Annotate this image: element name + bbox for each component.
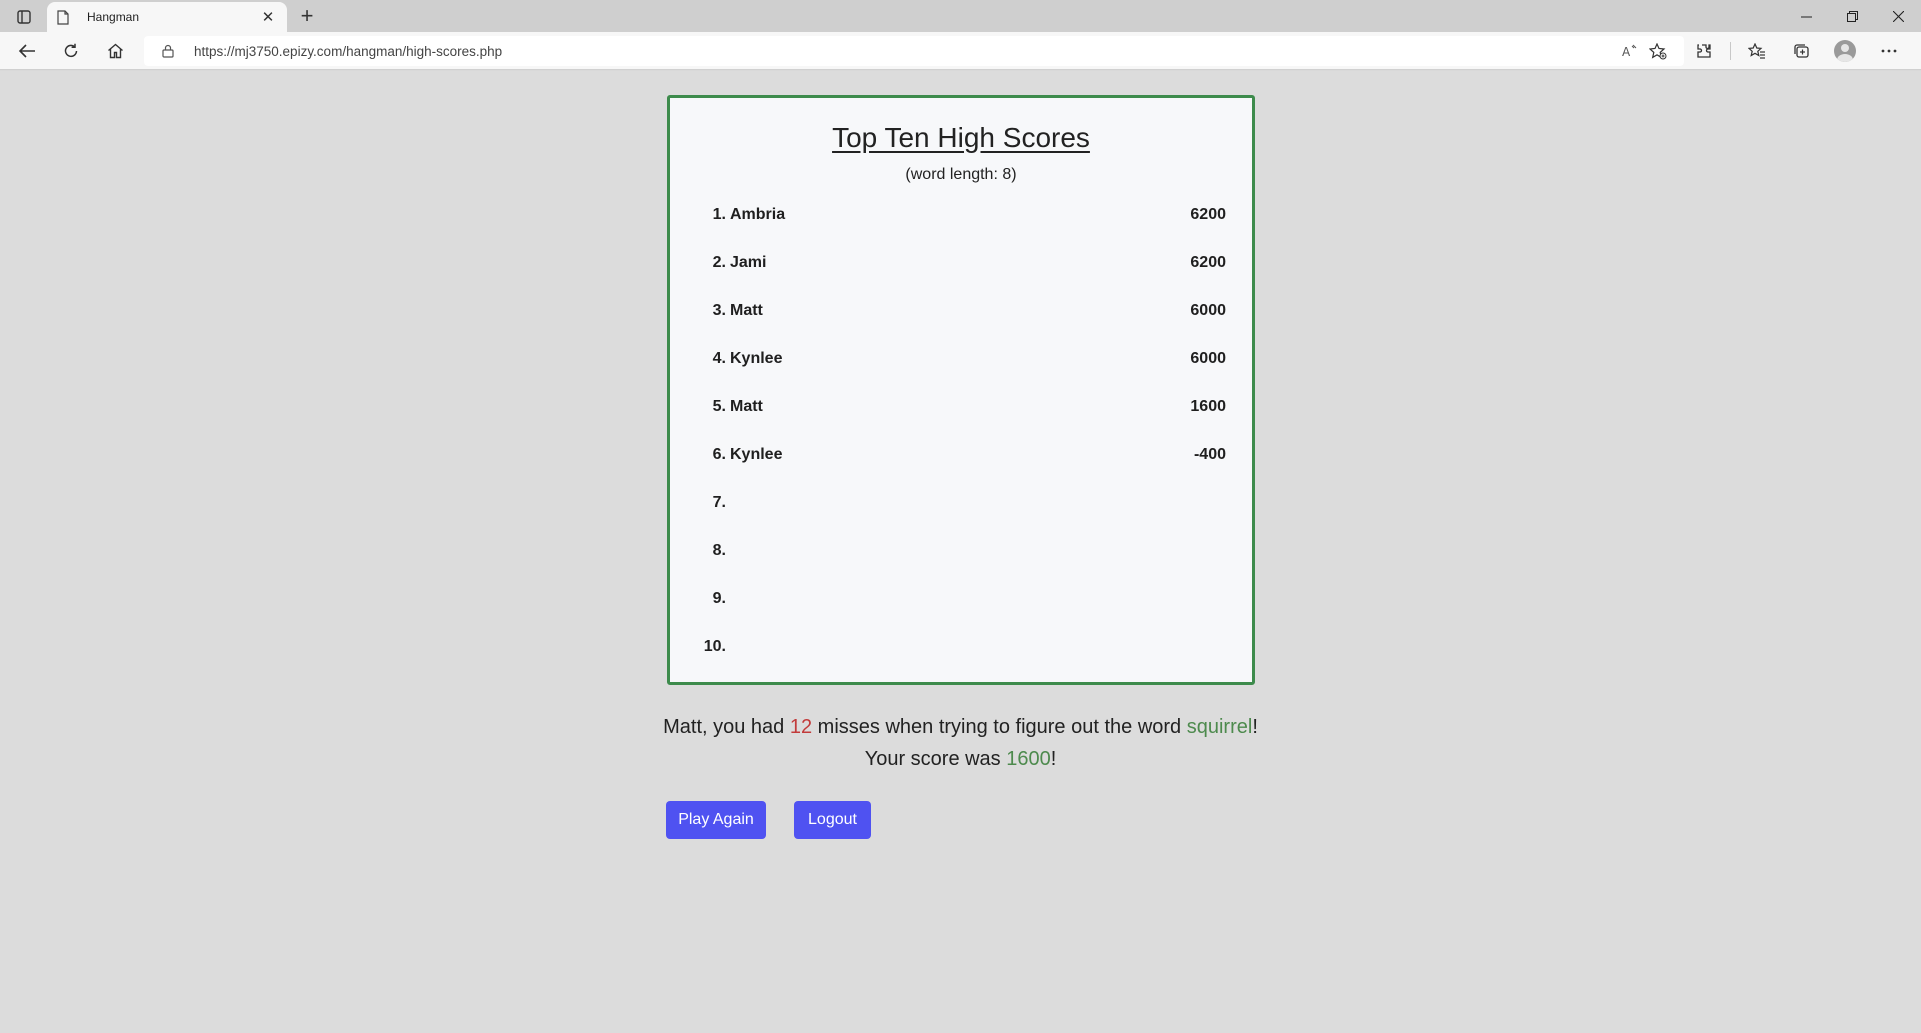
close-window-icon[interactable] bbox=[1875, 0, 1921, 32]
score-rank: 8. bbox=[712, 542, 726, 559]
refresh-icon[interactable] bbox=[56, 39, 86, 63]
final-score: 1600 bbox=[1006, 748, 1051, 770]
address-bar[interactable]: https://mj3750.epizy.com/hangman/high-sc… bbox=[144, 36, 1684, 66]
add-favorite-icon[interactable] bbox=[1644, 42, 1672, 60]
score-rank: 6. bbox=[712, 446, 726, 463]
page-content: Top Ten High Scores (word length: 8) 1. A… bbox=[0, 71, 1921, 1033]
score-player: Kynlee bbox=[730, 446, 783, 463]
score-player: Matt bbox=[730, 302, 763, 319]
score-row: 4. Kynlee 6000 bbox=[696, 350, 1226, 398]
lock-icon[interactable] bbox=[162, 44, 180, 58]
score-player: Ambria bbox=[730, 206, 786, 223]
score-rank: 4. bbox=[712, 350, 726, 367]
url-text[interactable]: https://mj3750.epizy.com/hangman/high-sc… bbox=[194, 44, 1616, 59]
minimize-icon[interactable] bbox=[1783, 0, 1829, 32]
score-rank: 10. bbox=[703, 638, 726, 655]
tab-actions-icon[interactable] bbox=[10, 6, 38, 28]
browser-window: Hangman ✕ + https://mj3750.epizy.com/han… bbox=[0, 0, 1921, 1033]
result-middle: misses when trying to figure out the wor… bbox=[812, 716, 1187, 738]
score-value: 6000 bbox=[1190, 350, 1226, 367]
score-row: 9. bbox=[696, 590, 1226, 638]
collections-icon[interactable] bbox=[1779, 39, 1823, 63]
toolbar-right bbox=[1682, 39, 1911, 63]
tab-title: Hangman bbox=[87, 10, 140, 24]
score-row: 3. Matt 6000 bbox=[696, 302, 1226, 350]
miss-count: 12 bbox=[789, 716, 813, 738]
secret-word: squirrel bbox=[1186, 716, 1253, 738]
score-rank: 5. bbox=[712, 398, 726, 415]
extensions-icon[interactable] bbox=[1682, 39, 1726, 63]
result-line-score: Your score was 1600! bbox=[0, 743, 1921, 775]
score-player: Matt bbox=[730, 398, 763, 415]
score-row: 8. bbox=[696, 542, 1226, 590]
score-suffix: ! bbox=[1050, 748, 1057, 770]
page-icon bbox=[57, 9, 73, 25]
home-icon[interactable] bbox=[100, 39, 130, 63]
score-value: 6000 bbox=[1190, 302, 1226, 319]
score-rank: 7. bbox=[712, 494, 726, 511]
score-player: Kynlee bbox=[730, 350, 783, 367]
score-row: 7. bbox=[696, 494, 1226, 542]
score-rank: 3. bbox=[712, 302, 726, 319]
play-again-button[interactable]: Play Again bbox=[666, 801, 766, 839]
score-player: Jami bbox=[730, 254, 767, 271]
restore-icon[interactable] bbox=[1829, 0, 1875, 32]
high-scores-card: Top Ten High Scores (word length: 8) 1. A… bbox=[667, 95, 1255, 685]
score-row: 1. Ambria 6200 bbox=[696, 206, 1226, 254]
score-rank: 1. bbox=[712, 206, 726, 223]
result-suffix: ! bbox=[1252, 716, 1258, 738]
score-value: 1600 bbox=[1190, 398, 1226, 415]
result-prefix: Matt, you had bbox=[663, 716, 790, 738]
close-tab-icon[interactable]: ✕ bbox=[259, 8, 277, 26]
result-line-misses: Matt, you had 12 misses when trying to f… bbox=[0, 711, 1921, 743]
tab-strip: Hangman ✕ + bbox=[0, 0, 1921, 32]
more-options-icon[interactable] bbox=[1867, 39, 1911, 63]
tab-hangman[interactable]: Hangman ✕ bbox=[47, 2, 287, 32]
toolbar-divider bbox=[1730, 42, 1731, 60]
read-aloud-icon[interactable]: A bbox=[1616, 44, 1644, 58]
new-tab-button[interactable]: + bbox=[294, 3, 320, 28]
svg-text:A: A bbox=[1622, 45, 1631, 58]
back-arrow-icon[interactable] bbox=[12, 39, 42, 63]
favorites-icon[interactable] bbox=[1735, 39, 1779, 63]
high-scores-title: Top Ten High Scores bbox=[832, 122, 1090, 153]
score-value: -400 bbox=[1193, 446, 1226, 463]
avatar bbox=[1834, 40, 1856, 62]
window-controls bbox=[1783, 0, 1921, 32]
browser-toolbar: https://mj3750.epizy.com/hangman/high-sc… bbox=[0, 32, 1921, 70]
logout-button[interactable]: Logout bbox=[794, 801, 871, 839]
score-row: 5. Matt 1600 bbox=[696, 398, 1226, 446]
score-row: 10. bbox=[696, 638, 1226, 686]
score-prefix: Your score was bbox=[864, 748, 1007, 770]
score-value: 6200 bbox=[1190, 254, 1226, 271]
score-value: 6200 bbox=[1190, 206, 1226, 223]
score-rank: 9. bbox=[712, 590, 726, 607]
word-length-subtitle: (word length: 8) bbox=[905, 166, 1017, 183]
score-list: 1. Ambria 6200 2. Jami 6200 3. Matt 6000 4. Kyn… bbox=[696, 206, 1226, 686]
score-row: 6. Kynlee -400 bbox=[696, 446, 1226, 494]
score-rank: 2. bbox=[712, 254, 726, 271]
profile-avatar[interactable] bbox=[1823, 39, 1867, 63]
game-result-message: Matt, you had 12 misses when trying to f… bbox=[0, 711, 1921, 775]
score-row: 2. Jami 6200 bbox=[696, 254, 1226, 302]
